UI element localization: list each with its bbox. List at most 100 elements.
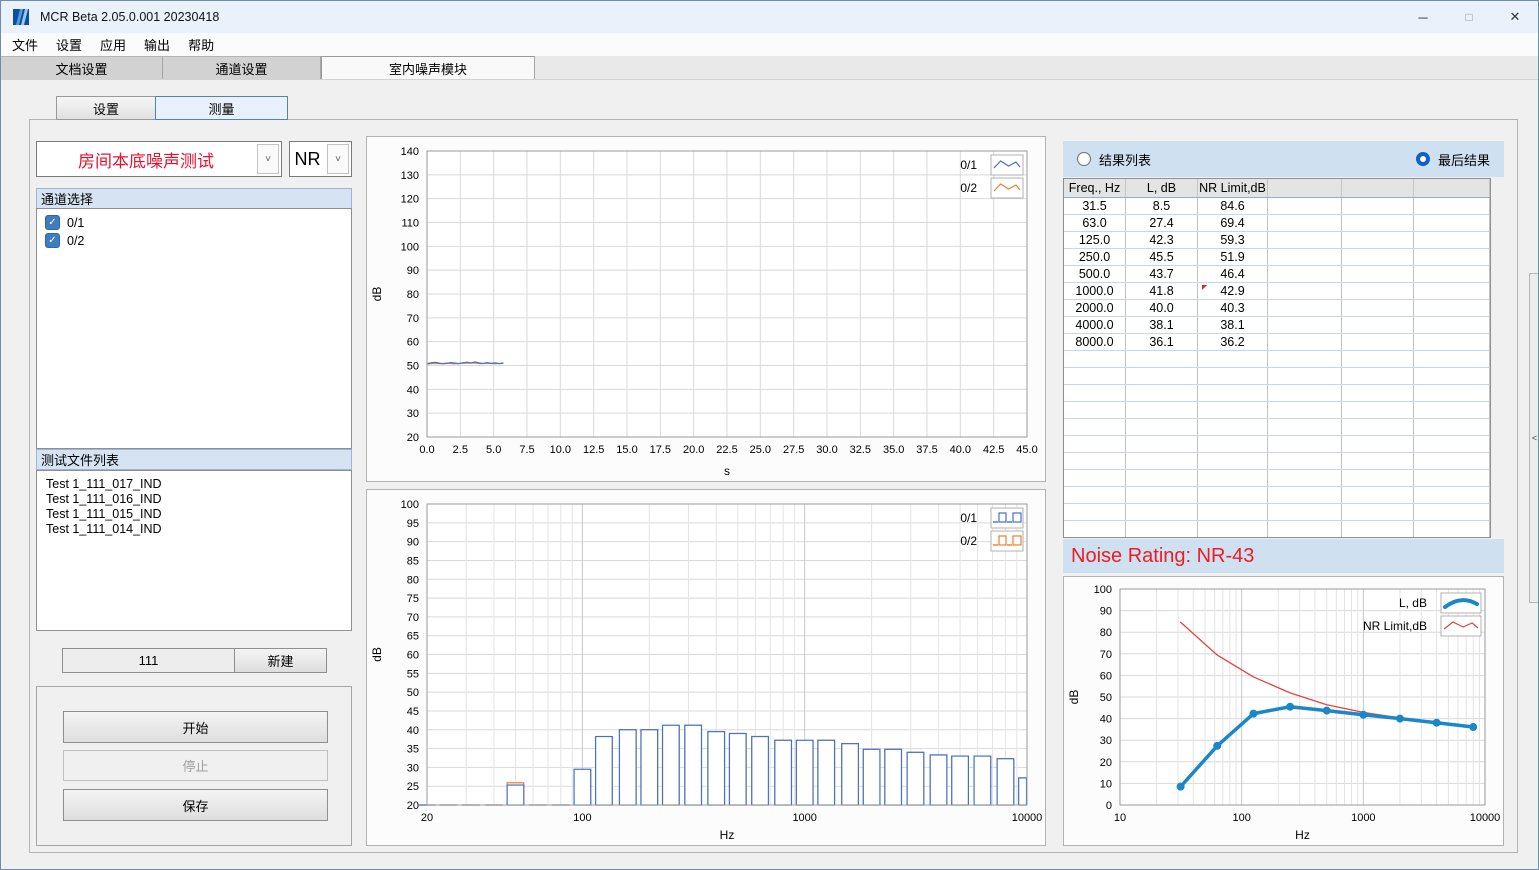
main-tab[interactable]: 室内噪声模块 <box>321 56 535 79</box>
table-row[interactable] <box>1064 385 1490 402</box>
checkbox-checked-icon[interactable]: ✓ <box>45 215 60 230</box>
table-header-cell <box>1268 179 1342 197</box>
table-cell <box>1126 504 1198 520</box>
table-cell <box>1198 453 1268 469</box>
test-file-list: Test 1_111_017_INDTest 1_111_016_INDTest… <box>36 470 352 631</box>
table-cell <box>1414 215 1490 231</box>
radio-off-icon[interactable] <box>1077 152 1091 166</box>
checkbox-checked-icon[interactable]: ✓ <box>45 233 60 248</box>
subtab-settings[interactable]: 设置 <box>56 96 156 120</box>
table-cell <box>1414 300 1490 316</box>
menu-item[interactable]: 设置 <box>47 35 91 54</box>
new-file-button[interactable]: 新建 <box>234 648 327 673</box>
main-tab-strip: 文档设置通道设置室内噪声模块 <box>1 56 1538 80</box>
table-cell <box>1126 521 1198 537</box>
table-row[interactable]: 4000.038.138.1 <box>1064 317 1490 334</box>
menu-item[interactable]: 输出 <box>135 35 179 54</box>
table-row[interactable]: 63.027.469.4 <box>1064 215 1490 232</box>
test-type-select[interactable]: 房间本底噪声测试 ˅ <box>36 141 282 177</box>
svg-text:10: 10 <box>1114 812 1126 824</box>
table-row[interactable] <box>1064 436 1490 453</box>
svg-text:35: 35 <box>407 744 419 756</box>
subtab-measure[interactable]: 测量 <box>155 96 288 120</box>
table-row[interactable] <box>1064 470 1490 487</box>
file-item[interactable]: Test 1_111_017_IND <box>37 477 351 492</box>
last-result-radio[interactable]: 最后结果 <box>1416 150 1490 169</box>
table-row[interactable] <box>1064 419 1490 436</box>
table-cell <box>1342 300 1414 316</box>
table-row[interactable]: 125.042.359.3 <box>1064 232 1490 249</box>
channel-item[interactable]: ✓0/2 <box>37 232 351 250</box>
svg-text:2.5: 2.5 <box>453 444 468 456</box>
table-row[interactable]: 250.045.551.9 <box>1064 249 1490 266</box>
table-cell: 45.5 <box>1126 249 1198 265</box>
window-title: MCR Beta 2.05.0.001 20230418 <box>40 10 219 24</box>
table-cell <box>1198 402 1268 418</box>
table-cell <box>1268 266 1342 282</box>
svg-text:50: 50 <box>1100 692 1112 704</box>
table-row[interactable]: 1000.041.842.9 <box>1064 283 1490 300</box>
maximize-button[interactable]: □ <box>1446 1 1492 33</box>
table-cell: 1000.0 <box>1064 283 1126 299</box>
table-row[interactable] <box>1064 504 1490 521</box>
chevron-down-icon[interactable]: ˅ <box>257 144 279 174</box>
chevron-down-icon[interactable]: ˅ <box>327 144 349 174</box>
table-cell <box>1342 436 1414 452</box>
menu-bar: 文件设置应用输出帮助 <box>1 33 1538 56</box>
table-cell <box>1268 436 1342 452</box>
svg-text:0/1: 0/1 <box>960 158 977 172</box>
table-row[interactable] <box>1064 487 1490 504</box>
svg-text:110: 110 <box>401 218 419 230</box>
file-item[interactable]: Test 1_111_015_IND <box>37 507 351 522</box>
svg-text:40: 40 <box>407 725 419 737</box>
menu-item[interactable]: 应用 <box>91 35 135 54</box>
table-header-cell: NR Limit,dB <box>1198 179 1268 197</box>
table-row[interactable] <box>1064 351 1490 368</box>
table-row[interactable]: 8000.036.136.2 <box>1064 334 1490 351</box>
main-tab[interactable]: 文档设置 <box>1 56 163 79</box>
minimize-button[interactable]: ─ <box>1400 1 1446 33</box>
menu-item[interactable]: 文件 <box>3 35 47 54</box>
table-cell: 51.9 <box>1198 249 1268 265</box>
svg-text:20: 20 <box>407 432 419 444</box>
menu-item[interactable]: 帮助 <box>179 35 223 54</box>
table-cell <box>1342 504 1414 520</box>
panel-collapse-handle[interactable]: < <box>1529 273 1539 603</box>
last-result-radio-label: 最后结果 <box>1438 150 1490 169</box>
table-row[interactable] <box>1064 368 1490 385</box>
table-cell <box>1414 521 1490 537</box>
svg-text:dB: dB <box>370 287 384 302</box>
table-cell <box>1126 351 1198 367</box>
table-row[interactable]: 31.58.584.6 <box>1064 198 1490 215</box>
main-tab[interactable]: 通道设置 <box>163 56 321 79</box>
results-table: Freq., HzL, dBNR Limit,dB31.58.584.663.0… <box>1063 178 1491 538</box>
table-cell: 59.3 <box>1198 232 1268 248</box>
svg-text:1000: 1000 <box>1351 812 1375 824</box>
table-cell <box>1342 402 1414 418</box>
table-cell: 40.3 <box>1198 300 1268 316</box>
table-row[interactable] <box>1064 402 1490 419</box>
table-cell: 42.3 <box>1126 232 1198 248</box>
svg-text:30: 30 <box>407 762 419 774</box>
result-list-radio[interactable]: 结果列表 <box>1077 150 1151 169</box>
table-cell <box>1342 419 1414 435</box>
close-button[interactable]: ✕ <box>1492 1 1538 33</box>
channel-item[interactable]: ✓0/1 <box>37 214 351 232</box>
table-row[interactable] <box>1064 453 1490 470</box>
app-window: MCR Beta 2.05.0.001 20230418 ─ □ ✕ 文件设置应… <box>0 0 1539 870</box>
svg-text:Hz: Hz <box>1295 828 1310 842</box>
save-button[interactable]: 保存 <box>63 789 328 821</box>
file-item[interactable]: Test 1_111_016_IND <box>37 492 351 507</box>
file-name-input[interactable] <box>62 648 235 673</box>
svg-text:80: 80 <box>407 574 419 586</box>
table-row[interactable]: 2000.040.040.3 <box>1064 300 1490 317</box>
radio-on-icon[interactable] <box>1416 152 1430 166</box>
start-button[interactable]: 开始 <box>63 711 328 743</box>
rating-type-select[interactable]: NR ˅ <box>289 141 352 177</box>
file-item[interactable]: Test 1_111_014_IND <box>37 522 351 537</box>
table-row[interactable] <box>1064 521 1490 538</box>
table-cell <box>1268 521 1342 537</box>
table-cell: 500.0 <box>1064 266 1126 282</box>
table-row[interactable]: 500.043.746.4 <box>1064 266 1490 283</box>
table-cell <box>1268 232 1342 248</box>
